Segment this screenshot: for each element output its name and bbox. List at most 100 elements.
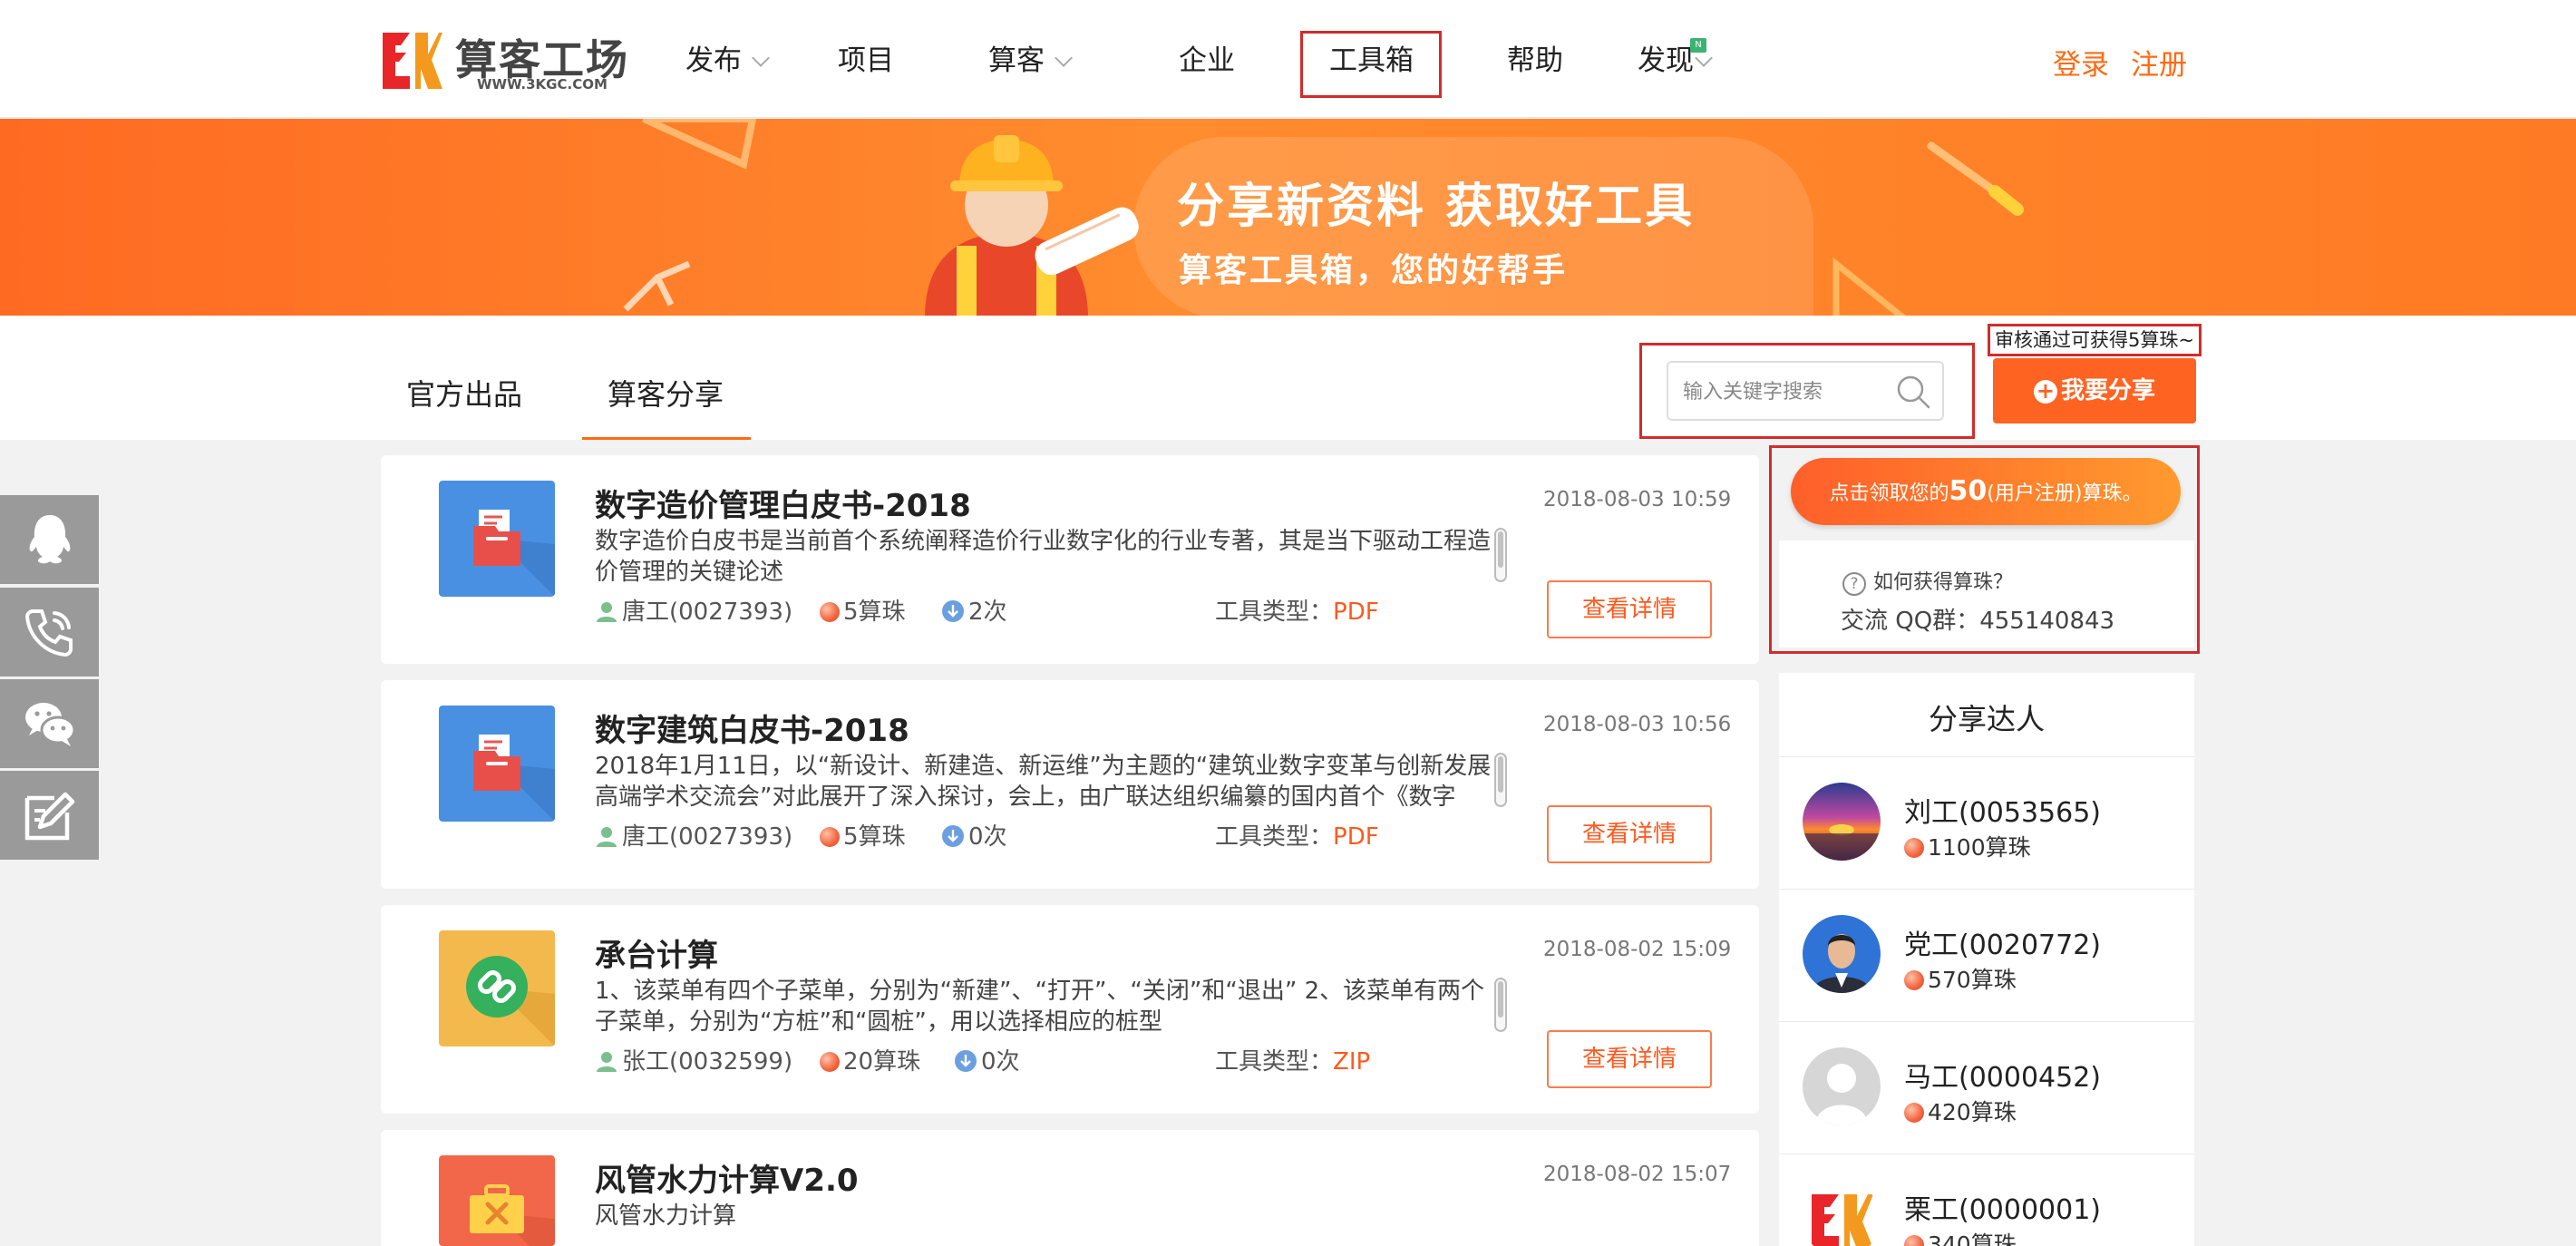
bead-icon: [820, 827, 840, 847]
bead-icon: [820, 602, 840, 622]
tool-points: 20算珠: [820, 1043, 920, 1076]
tool-type-label: 工具类型：: [1215, 599, 1334, 626]
plus-icon: +: [2033, 380, 2057, 404]
tool-points: 5算珠: [820, 593, 906, 627]
qq-icon: [29, 515, 71, 564]
top-sharers-panel: 分享达人 刘工(0053565) 1100算珠 党工(0020772) 570算…: [1779, 673, 2194, 1246]
float-wechat-button[interactable]: [0, 679, 99, 768]
float-qq-button[interactable]: [0, 495, 99, 584]
chevron-down-icon: [752, 49, 770, 67]
tool-type: 工具类型：PDF: [1215, 818, 1379, 852]
sharer-item[interactable]: 马工(0000452) 420算珠: [1779, 1021, 2194, 1154]
tool-type-label: 工具类型：: [1215, 1048, 1334, 1076]
nav-toolbox[interactable]: 工具箱: [1329, 40, 1414, 82]
share-button[interactable]: + 我要分享: [1993, 358, 2196, 423]
sharer-name[interactable]: 刘工(0053565): [1904, 790, 2101, 830]
sharer-name[interactable]: 党工(0020772): [1904, 922, 2101, 962]
nav-projects-label: 项目: [838, 44, 894, 77]
tool-type-value: PDF: [1333, 823, 1379, 851]
points-info-panel: ? 如何获得算珠？ 交流 QQ群：455140843: [1779, 540, 2194, 647]
nav-suanke[interactable]: 算客: [988, 40, 1073, 82]
search-input[interactable]: [1683, 374, 1891, 410]
tool-points-value: 20算珠: [843, 1048, 921, 1076]
sunset-avatar[interactable]: [1803, 783, 1881, 861]
tool-type: 工具类型：PDF: [1215, 593, 1379, 627]
top-sharers-title: 分享达人: [1928, 702, 2045, 736]
chevron-down-icon: [1055, 49, 1073, 67]
tool-card[interactable]: 数字建筑白皮书-2018 2018年1月11日，以“新设计、新建造、新运维”为主…: [381, 680, 1759, 889]
sharer-item[interactable]: 刘工(0053565) 1100算珠: [1779, 756, 2194, 889]
tool-card[interactable]: 风管水力计算V2.0 风管水力计算 2018-08-02 15:07: [381, 1130, 1759, 1246]
tool-points: 5算珠: [820, 818, 906, 852]
tool-description: 数字造价白皮书是当前首个系统阐释造价行业数字化的行业专著，其是当下驱动工程造价管…: [595, 528, 1492, 586]
default-avatar[interactable]: [1803, 1047, 1881, 1125]
sharer-name[interactable]: 栗工(0000001): [1904, 1187, 2101, 1227]
login-link[interactable]: 登录: [2053, 42, 2109, 83]
photo-avatar[interactable]: [1803, 915, 1881, 993]
tool-title[interactable]: 数字造价管理白皮书-2018: [595, 481, 971, 525]
tab-official[interactable]: 官方出品: [406, 372, 522, 414]
nav-help[interactable]: 帮助: [1507, 40, 1563, 82]
tool-author[interactable]: 张工(0032599): [595, 1043, 792, 1076]
tool-points-value: 5算珠: [843, 599, 906, 626]
description-scrollbar[interactable]: [1494, 978, 1507, 1032]
tool-author-name: 唐工(0027393): [622, 823, 793, 851]
bead-icon: [1904, 970, 1924, 990]
link-icon: [439, 930, 555, 1046]
wechat-icon: [25, 703, 76, 746]
share-reward-hint: 审核通过可获得5算珠~: [1988, 324, 2202, 356]
promo-mid-text: (用户注册): [1987, 482, 2083, 505]
banner-subline: 算客工具箱，您的好帮手: [1179, 252, 1569, 289]
nav-enterprise[interactable]: 企业: [1179, 40, 1235, 82]
nav-publish[interactable]: 发布: [685, 40, 770, 82]
tool-downloads-value: 0次: [981, 1048, 1020, 1076]
new-badge: N: [1690, 38, 1706, 53]
tool-title[interactable]: 风管水力计算V2.0: [595, 1155, 859, 1200]
nav-projects[interactable]: 项目: [838, 40, 894, 82]
float-feedback-button[interactable]: [0, 771, 99, 860]
sharer-item[interactable]: 栗工(0000001) 340算珠: [1779, 1154, 2194, 1246]
user-icon: [597, 602, 617, 622]
float-phone-button[interactable]: [0, 588, 99, 677]
claim-points-button[interactable]: 点击领取您的50(用户注册)算珠。: [1791, 458, 2181, 525]
register-link[interactable]: 注册: [2131, 42, 2187, 83]
tab-user-share[interactable]: 算客分享: [608, 372, 724, 414]
sharer-name[interactable]: 马工(0000452): [1904, 1055, 2101, 1095]
view-detail-button[interactable]: 查看详情: [1547, 1030, 1712, 1088]
tool-type-value: ZIP: [1333, 1048, 1371, 1076]
tool-author[interactable]: 唐工(0027393): [595, 818, 792, 852]
tool-downloads-value: 0次: [968, 823, 1007, 851]
how-to-earn-link[interactable]: ? 如何获得算珠？: [1842, 566, 2013, 596]
view-detail-button[interactable]: 查看详情: [1547, 580, 1712, 638]
tool-title[interactable]: 数字建筑白皮书-2018: [595, 706, 909, 750]
site-logo[interactable]: 算客工场 WWW.3KGC.COM: [379, 27, 628, 94]
tool-author[interactable]: 唐工(0027393): [595, 593, 792, 627]
tool-card[interactable]: 数字造价管理白皮书-2018 数字造价白皮书是当前首个系统阐释造价行业数字化的行…: [381, 455, 1759, 664]
banner-headline: 分享新资料 获取好工具: [1177, 180, 1696, 234]
tool-card[interactable]: 承台计算 1、该菜单有四个子菜单，分别为“新建”、“打开”、“关闭”和“退出” …: [381, 905, 1759, 1114]
search-icon[interactable]: [1893, 372, 1933, 412]
hero-banner: 分享新资料 获取好工具 算客工具箱，您的好帮手: [0, 119, 2576, 316]
tool-downloads: 2次: [941, 593, 1007, 627]
view-detail-button[interactable]: 查看详情: [1547, 805, 1712, 863]
pliers-decoration-icon: [623, 260, 691, 312]
nav-publish-label: 发布: [685, 44, 742, 77]
bead-icon: [820, 1052, 840, 1072]
sharer-points-value: 570算珠: [1928, 967, 2017, 993]
tool-title[interactable]: 承台计算: [595, 930, 718, 975]
description-scrollbar[interactable]: [1494, 528, 1507, 582]
tool-author-name: 唐工(0027393): [622, 599, 793, 626]
active-tab-indicator: [582, 437, 751, 440]
nav-enterprise-label: 企业: [1179, 44, 1235, 77]
sharer-points-value: 340算珠: [1928, 1231, 2017, 1246]
sharer-points: 1100算珠: [1904, 830, 2031, 862]
logo-avatar[interactable]: [1803, 1180, 1881, 1246]
download-icon: [942, 600, 964, 622]
promo-amount: 50: [1949, 475, 1988, 507]
sharer-item[interactable]: 党工(0020772) 570算珠: [1779, 889, 2194, 1021]
edit-icon: [24, 792, 75, 841]
tool-type: 工具类型：ZIP: [1215, 1043, 1370, 1076]
tool-description: 2018年1月11日，以“新设计、新建造、新运维”为主题的“建筑业数字变革与创新…: [595, 753, 1492, 811]
description-scrollbar[interactable]: [1494, 753, 1507, 807]
sharer-points: 570算珠: [1904, 962, 2017, 995]
